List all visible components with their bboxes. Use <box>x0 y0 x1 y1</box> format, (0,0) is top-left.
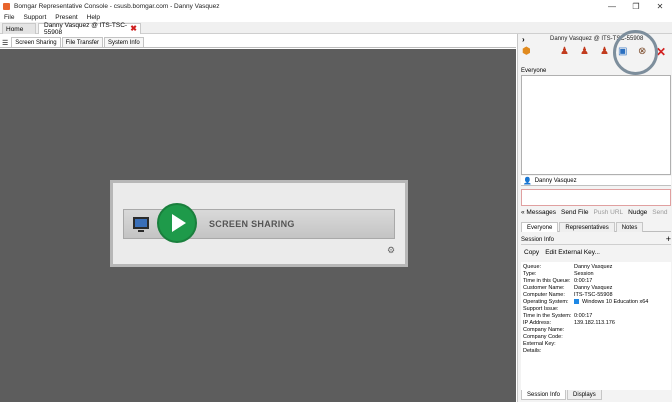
gear-icon[interactable]: ⚙ <box>387 245 395 256</box>
transfer-user-icon[interactable]: ♟ <box>560 46 569 57</box>
info-row: Computer Name: ITS-TSC-55908 <box>523 292 613 298</box>
add-icon[interactable]: + <box>666 234 671 244</box>
chat-tabs: Everyone Representatives Notes <box>521 222 671 232</box>
session-toolbar: ⬢ ♟ ♟ ♟ ▣ ⊗ ✕ <box>518 30 672 75</box>
participant-name: Danny Vasquez <box>534 177 577 184</box>
tab-everyone[interactable]: Everyone <box>521 222 559 232</box>
screen-sharing-bar[interactable]: SCREEN SHARING <box>123 203 395 243</box>
tab-session-info[interactable]: Session Info <box>521 390 567 400</box>
title-bar: Bomgar Representative Console - csusb.bo… <box>0 0 672 12</box>
collapse-chevron-icon[interactable]: › <box>522 35 525 44</box>
info-row: Company Name: <box>523 327 565 333</box>
session-info-actions: Copy Edit External Key... <box>524 249 606 256</box>
session-subtabs: ☰ Screen Sharing File Transfer System In… <box>0 36 516 48</box>
maximize-button[interactable]: ❐ <box>624 0 648 12</box>
menu-help[interactable]: Help <box>87 14 100 21</box>
screen-sharing-area: SCREEN SHARING ⚙ <box>0 49 516 402</box>
window-title: Bomgar Representative Console - csusb.bo… <box>14 2 220 10</box>
monitor-stand <box>138 230 144 232</box>
bottom-tabs: Session Info Displays <box>521 390 671 400</box>
info-row: Time in this Queue: 0:00:17 <box>523 278 593 284</box>
info-row: Queue: Danny Vasquez <box>523 264 613 270</box>
shield-icon[interactable]: ⬢ <box>522 46 531 57</box>
info-row: Time in the System: 0:00:17 <box>523 313 593 319</box>
tab-displays[interactable]: Displays <box>567 390 602 400</box>
right-panel: › Danny Vasquez @ ITS-TSC-55908 ⬢ ♟ ♟ ♟ … <box>517 30 672 402</box>
session-info-header: Session Info + <box>521 234 671 245</box>
session-info-table: Queue: Danny Vasquez Type: Session Time in… <box>521 262 671 390</box>
everyone-label: Everyone <box>521 68 547 74</box>
info-row: IP Address: 139.182.113.176 <box>523 320 615 326</box>
info-row: External Key: <box>523 341 556 347</box>
menu-support[interactable]: Support <box>23 14 46 21</box>
session-info-label: Session Info <box>521 237 555 243</box>
chat-actions: « Messages Send File Push URL Nudge Send <box>521 209 672 219</box>
play-icon[interactable] <box>157 203 197 243</box>
info-row: Support Issue: <box>523 306 559 312</box>
monitor-icon <box>133 217 149 229</box>
invite-user-icon[interactable]: ♟ <box>580 46 589 57</box>
user-icon: 👤 <box>523 177 532 185</box>
info-row: Details: <box>523 348 542 354</box>
menu-icon[interactable]: ☰ <box>2 39 8 47</box>
screen-sharing-panel: SCREEN SHARING ⚙ <box>110 180 408 267</box>
menu-bar: File Support Present Help <box>0 12 672 22</box>
info-row: Customer Name: Danny Vasquez <box>523 285 613 291</box>
screen-sharing-label: SCREEN SHARING <box>209 219 295 229</box>
windows-icon <box>574 299 579 305</box>
nudge-button[interactable]: Nudge <box>628 209 647 219</box>
tab-file-transfer[interactable]: File Transfer <box>61 37 103 47</box>
close-tab-icon[interactable]: ✖ <box>130 24 137 33</box>
tab-screen-sharing[interactable]: Screen Sharing <box>11 37 61 47</box>
chat-log <box>521 75 671 175</box>
menu-file[interactable]: File <box>4 14 14 21</box>
push-url-button[interactable]: Push URL <box>594 209 624 219</box>
info-row: Company Code: <box>523 334 563 340</box>
chat-input[interactable] <box>521 189 671 206</box>
send-button[interactable]: Send <box>652 209 667 219</box>
copy-button[interactable]: Copy <box>524 249 539 256</box>
menu-present[interactable]: Present <box>55 14 77 21</box>
tab-system-info[interactable]: System Info <box>103 37 144 47</box>
send-file-button[interactable]: Send File <box>561 209 588 219</box>
tab-session[interactable]: Danny Vasquez @ ITS-TSC-55908 ✖ <box>38 22 141 36</box>
close-window-button[interactable]: ✕ <box>648 0 672 12</box>
share-user-icon[interactable]: ♟ <box>600 46 609 57</box>
app-logo-icon <box>3 2 10 10</box>
tab-home[interactable]: Home <box>2 23 36 34</box>
messages-button[interactable]: « Messages <box>521 209 556 219</box>
participant-row[interactable]: 👤 Danny Vasquez <box>521 176 671 186</box>
minimize-button[interactable]: — <box>600 0 624 12</box>
info-row: Type: Session <box>523 271 594 277</box>
tab-session-label: Danny Vasquez @ ITS-TSC-55908 <box>44 22 128 36</box>
tab-notes[interactable]: Notes <box>615 222 644 232</box>
edit-external-key-button[interactable]: Edit External Key... <box>545 249 600 256</box>
info-row: Operating System: Windows 10 Education x6… <box>523 299 649 305</box>
session-tab-strip: Home Danny Vasquez @ ITS-TSC-55908 ✖ <box>0 22 672 36</box>
highlight-ring <box>613 30 658 75</box>
tab-representatives[interactable]: Representatives <box>559 222 615 232</box>
